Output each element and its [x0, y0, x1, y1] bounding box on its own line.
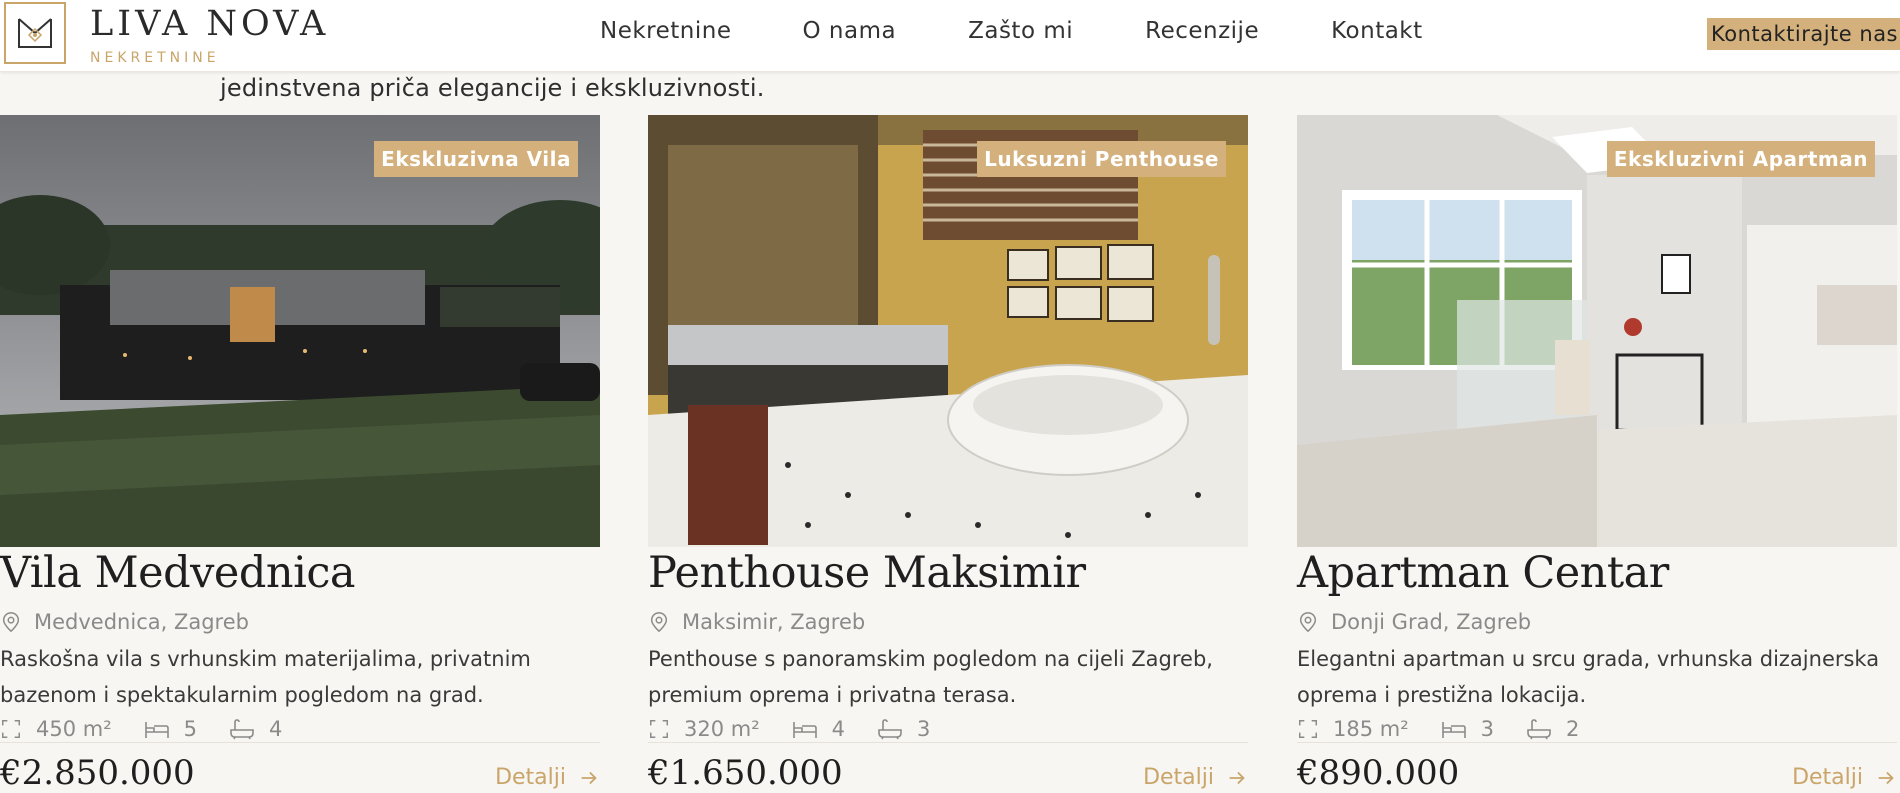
contact-us-button[interactable]: Kontaktirajte nas — [1707, 18, 1900, 50]
arrow-right-icon — [581, 771, 597, 784]
property-title[interactable]: Vila Medvednica — [0, 548, 356, 598]
property-card[interactable]: Luksuzni Penthouse Penthouse Maksimir Ma… — [648, 115, 1248, 793]
property-location: Maksimir, Zagreb — [648, 610, 865, 634]
spec-area-value: 450 m² — [36, 717, 112, 741]
spec-area: 320 m² — [648, 717, 760, 741]
spec-baths-value: 3 — [917, 717, 931, 741]
brand-name: LIVA NOVA — [90, 4, 330, 44]
spec-area-value: 320 m² — [684, 717, 760, 741]
location-text: Medvednica, Zagreb — [34, 610, 249, 634]
nav-item-recenzije[interactable]: Recenzije — [1145, 18, 1259, 44]
property-description: Elegantni apartman u srcu grada, vrhunsk… — [1297, 647, 1880, 707]
nav-item-kontakt[interactable]: Kontakt — [1331, 18, 1423, 44]
details-link[interactable]: Detalji — [495, 765, 600, 790]
property-specs: 450 m² 5 4 — [0, 717, 314, 741]
property-image[interactable]: Luksuzni Penthouse — [648, 115, 1248, 547]
nav-item-o-nama[interactable]: O nama — [803, 18, 897, 44]
card-divider — [1297, 742, 1897, 743]
property-price: €1.650.000 — [648, 753, 843, 793]
card-divider — [0, 742, 600, 743]
bed-icon — [1441, 722, 1466, 738]
spec-beds: 4 — [792, 717, 845, 741]
details-link[interactable]: Detalji — [1143, 765, 1248, 790]
property-price: €890.000 — [1297, 753, 1460, 793]
location-pin-icon — [650, 612, 668, 633]
spec-beds-value: 3 — [1480, 717, 1495, 741]
spec-area: 185 m² — [1297, 717, 1409, 741]
card-divider — [648, 742, 1248, 743]
brand[interactable]: LIVA NOVA NEKRETNINE — [90, 4, 329, 66]
spec-beds-value: 5 — [183, 717, 198, 741]
spec-beds: 3 — [1441, 717, 1494, 741]
spec-baths-value: 2 — [1566, 717, 1580, 741]
spec-baths: 2 — [1526, 717, 1579, 741]
site-header: LIVA NOVA NEKRETNINE Nekretnine O nama Z… — [0, 0, 1900, 72]
bath-icon — [878, 719, 902, 740]
property-badge: Luksuzni Penthouse — [977, 141, 1226, 177]
location-text: Maksimir, Zagreb — [682, 610, 866, 634]
spec-baths: 3 — [877, 717, 930, 741]
property-price: €2.850.000 — [0, 753, 195, 793]
bed-icon — [144, 722, 169, 738]
property-badge: Ekskluzivna Vila — [374, 141, 578, 177]
property-title[interactable]: Penthouse Maksimir — [648, 548, 1086, 598]
brand-tagline: NEKRETNINE — [90, 50, 220, 66]
property-location: Medvednica, Zagreb — [0, 610, 249, 634]
property-specs: 185 m² 3 2 — [1297, 717, 1611, 741]
property-card[interactable]: Ekskluzivni Apartman Apartman Centar Don… — [1297, 115, 1897, 793]
logo-icon[interactable] — [4, 2, 66, 64]
spec-beds: 5 — [144, 717, 197, 741]
property-specs: 320 m² 4 3 — [648, 717, 962, 741]
details-label: Detalji — [495, 765, 566, 790]
property-card[interactable]: Ekskluzivna Vila Vila Medvednica Medvedn… — [0, 115, 600, 793]
bath-icon — [230, 719, 254, 740]
details-link[interactable]: Detalji — [1792, 765, 1897, 790]
details-label: Detalji — [1143, 765, 1214, 790]
details-label: Detalji — [1792, 765, 1863, 790]
property-description: Raskošna vila s vrhunskim materijalima, … — [0, 647, 531, 707]
location-pin-icon — [1299, 612, 1317, 633]
area-icon — [650, 720, 668, 738]
intro-text: jedinstvena priča elegancije i ekskluziv… — [220, 74, 765, 102]
spec-baths: 4 — [229, 717, 282, 741]
property-title[interactable]: Apartman Centar — [1297, 548, 1669, 598]
arrow-right-icon — [1229, 771, 1245, 784]
location-pin-icon — [2, 612, 20, 633]
spec-area: 450 m² — [0, 717, 112, 741]
area-icon — [2, 720, 20, 738]
property-location: Donji Grad, Zagreb — [1297, 610, 1531, 634]
property-badge: Ekskluzivni Apartman — [1606, 141, 1875, 177]
nav-item-zasto-mi[interactable]: Zašto mi — [968, 18, 1073, 44]
property-image[interactable]: Ekskluzivna Vila — [0, 115, 600, 547]
nav-item-nekretnine[interactable]: Nekretnine — [600, 18, 732, 44]
area-icon — [1299, 720, 1317, 738]
main-nav: Nekretnine O nama Zašto mi Recenzije Kon… — [600, 18, 1495, 44]
location-text: Donji Grad, Zagreb — [1331, 610, 1532, 634]
spec-area-value: 185 m² — [1333, 717, 1409, 741]
spec-baths-value: 4 — [269, 717, 283, 741]
arrow-right-icon — [1878, 771, 1894, 784]
spec-beds-value: 4 — [831, 717, 846, 741]
property-description: Penthouse s panoramskim pogledom na cije… — [648, 647, 1213, 707]
bed-icon — [792, 722, 817, 738]
property-image[interactable]: Ekskluzivni Apartman — [1297, 115, 1897, 547]
bath-icon — [1527, 719, 1551, 740]
